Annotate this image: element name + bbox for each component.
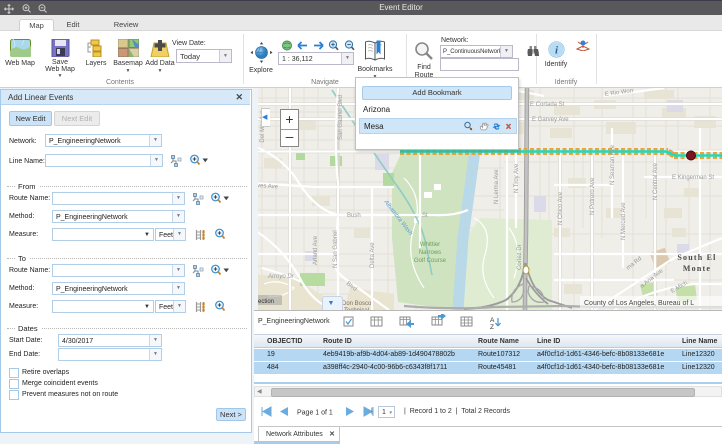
svg-text:St: St [422, 213, 428, 219]
svg-text:N Lerma Ave: N Lerma Ave [494, 169, 500, 204]
svg-text:A: A [490, 317, 495, 324]
svg-text:Narrows: Narrows [419, 250, 441, 256]
svg-text:N Central Ave: N Central Ave [653, 162, 659, 200]
svg-text:E Garvey Ave: E Garvey Ave [532, 117, 569, 123]
svg-text:County of Los Angeles, Bureau: County of Los Angeles, Bureau of L [584, 300, 694, 307]
svg-text:Whittier: Whittier [420, 242, 440, 248]
svg-text:Monte: Monte [683, 264, 711, 273]
svg-text:E Kingerman St: E Kingerman St [672, 175, 714, 181]
svg-text:Z: Z [490, 324, 494, 330]
svg-text:N Potrero Ave: N Potrero Ave [590, 177, 596, 215]
svg-text:Page 1 of 1: Page 1 of 1 [297, 410, 333, 417]
svg-text:N Troy Ave: N Troy Ave [514, 163, 520, 193]
svg-text:San Gabriel Blvd: San Gabriel Blvd [338, 95, 344, 140]
svg-text:E Cortada St: E Cortada St [530, 102, 565, 108]
svg-text:Delta Ave: Delta Ave [370, 242, 376, 268]
svg-text:N Seaman Ave: N Seaman Ave [610, 144, 616, 185]
svg-text:Arroyo Dr: Arroyo Dr [267, 274, 295, 280]
svg-text:N San Gabriel: N San Gabriel [333, 230, 339, 268]
svg-text:N Merced Ave: N Merced Ave [621, 202, 627, 240]
svg-text:Bush: Bush [347, 213, 361, 219]
svg-text:Golf Course: Golf Course [414, 258, 447, 264]
svg-text:Cortez Dr: Cortez Dr [517, 244, 523, 270]
svg-text:South El: South El [677, 253, 716, 262]
svg-text:N Chico Ave: N Chico Ave [558, 191, 564, 225]
svg-text:Don Bosco: Don Bosco [342, 301, 372, 307]
svg-text:Arland Ave: Arland Ave [313, 235, 319, 265]
